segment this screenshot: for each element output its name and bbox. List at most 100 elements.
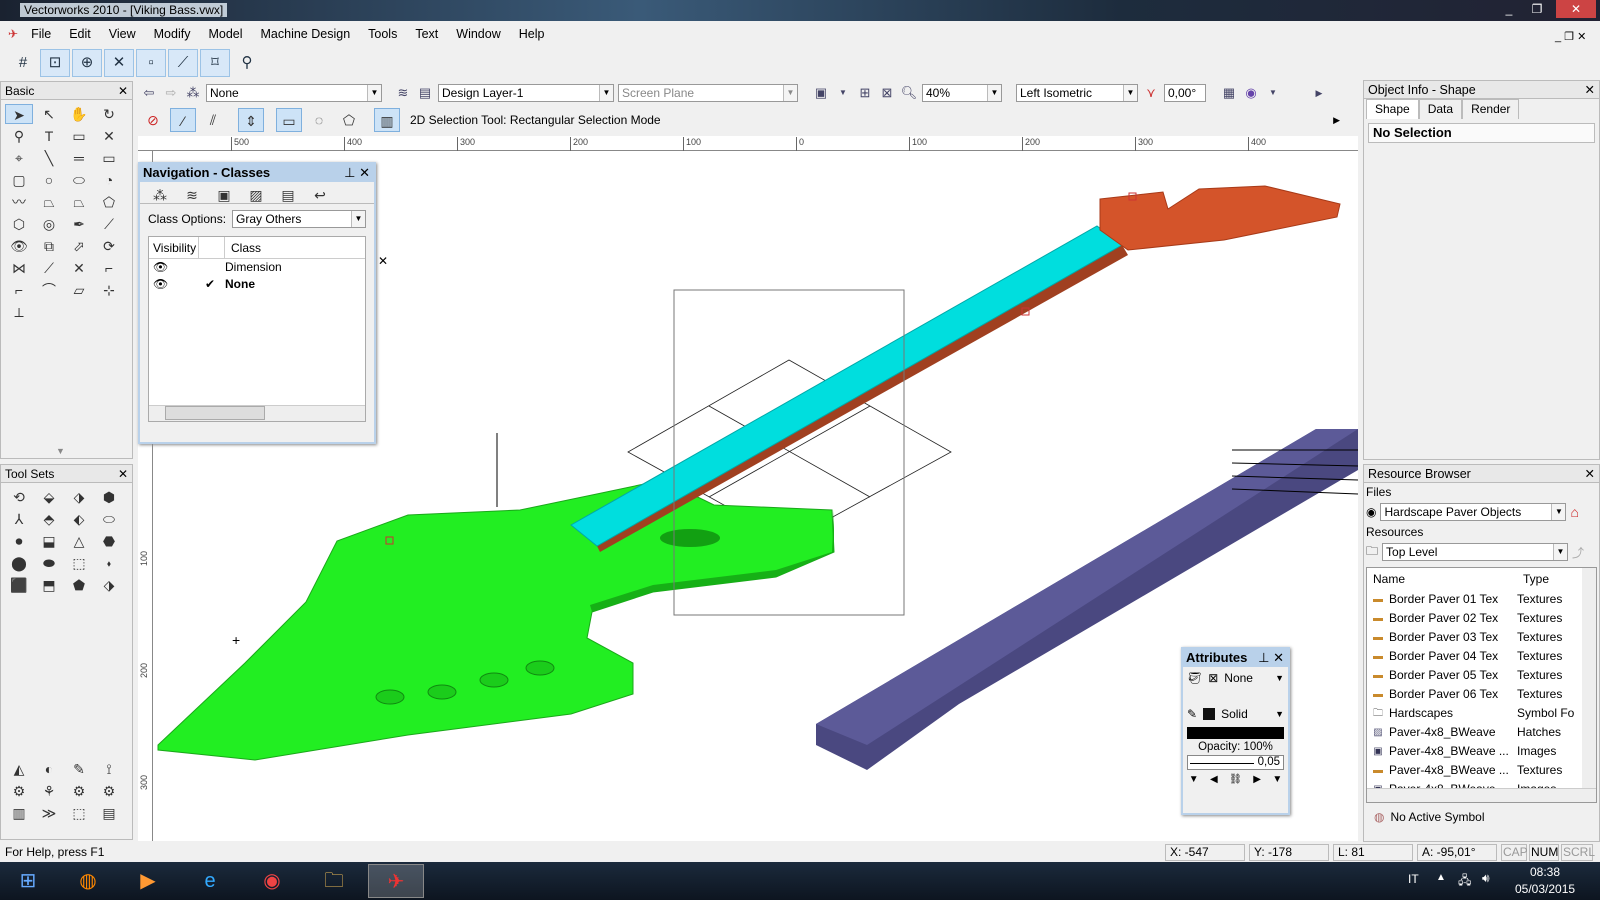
push-pull-tool-icon[interactable]: ⬘ — [35, 509, 63, 529]
resize-mode-icon[interactable]: ⇕ — [238, 108, 264, 132]
language-indicator[interactable]: IT — [1408, 872, 1419, 886]
detailing-tool-icon[interactable]: ▥ — [5, 803, 33, 823]
resource-item[interactable]: ▬ Border Paver 04 Tex Textures — [1367, 647, 1596, 666]
menu-text[interactable]: Text — [406, 27, 447, 41]
dropdown-icon[interactable]: ▼ — [1264, 84, 1282, 102]
chamfer-edge-tool-icon[interactable]: ⬚ — [65, 553, 93, 573]
firefox-icon[interactable]: ◍ — [60, 864, 116, 898]
snap-object-icon[interactable]: ⊡ — [40, 49, 70, 77]
close-icon[interactable]: ✕ — [359, 165, 370, 180]
pan-select-tool-icon[interactable]: ↖ — [35, 104, 63, 124]
rectangle-tool-icon[interactable]: ▭ — [95, 148, 123, 168]
connect-tool-icon[interactable]: ⌐ — [5, 280, 33, 300]
menu-modify[interactable]: Modify — [145, 27, 200, 41]
resource-item[interactable]: 🗀︎ Hardscapes Symbol Fo — [1367, 704, 1596, 723]
multi-select-mode-icon[interactable]: ⫽ — [200, 108, 226, 132]
fillet-edge-tool-icon[interactable]: ⬬ — [35, 553, 63, 573]
pyramid-tool-icon[interactable]: △ — [65, 531, 93, 551]
snap-distance-icon[interactable]: ▫ — [136, 49, 166, 77]
dropdown-icon[interactable]: ▼ — [834, 84, 852, 102]
tab-layers-icon[interactable]: ≋ — [178, 185, 206, 205]
spiral-tool-icon[interactable]: ◎ — [35, 214, 63, 234]
3d-modeling-tool-icon[interactable]: ⟲ — [5, 487, 33, 507]
restore-button[interactable]: ❐ — [1524, 0, 1550, 18]
building-shell-tool-icon[interactable]: ⚙ — [5, 781, 33, 801]
menu-help[interactable]: Help — [510, 27, 554, 41]
zoom-objects-icon[interactable]: ⊠ — [878, 84, 896, 102]
home-icon[interactable]: ⌂ — [1570, 504, 1578, 520]
attribute-mapping-tool-icon[interactable]: ⟋ — [95, 214, 123, 234]
menu-view[interactable]: View — [100, 27, 145, 41]
working-plane-select[interactable]: Screen Plane ▼ — [618, 84, 798, 102]
zoom-icon[interactable]: 🔍︎ — [900, 84, 918, 102]
mdi-controls[interactable]: _ ❐ ✕ — [1555, 30, 1586, 43]
resource-item[interactable]: ▨ Paver-4x8_BWeave Hatches — [1367, 723, 1596, 742]
menu-window[interactable]: Window — [447, 27, 509, 41]
freehand-tool-icon[interactable]: 〰 — [5, 192, 33, 212]
horizontal-scrollbar[interactable] — [149, 405, 365, 421]
hemisphere-tool-icon[interactable]: ⏺ — [5, 531, 33, 551]
start-button[interactable]: ⊞ — [0, 864, 56, 898]
start-marker-icon[interactable]: ▼ — [1189, 774, 1199, 785]
polygon-tool-icon[interactable]: ⏢ — [35, 192, 63, 212]
tab-saved-views-icon[interactable]: ▤ — [274, 185, 302, 205]
back-icon[interactable]: ⇦ — [140, 84, 158, 102]
dims-notes-tool-icon[interactable]: ✎ — [65, 759, 93, 779]
machine-components-tool-icon[interactable]: ⚙ — [65, 781, 93, 801]
line-tool-icon[interactable]: ╲ — [35, 148, 63, 168]
tab-references-icon[interactable]: ↩ — [306, 185, 334, 205]
trim-tool-icon[interactable]: ✕ — [65, 258, 93, 278]
standard-view-select[interactable]: Left Isometric ▼ — [1016, 84, 1138, 102]
eye-icon[interactable]: 👁︎ — [149, 276, 205, 293]
file-select[interactable]: Hardscape Paver Objects ▼ — [1380, 503, 1567, 521]
snap-intersection-icon[interactable]: ✕ — [104, 49, 134, 77]
text-tool-icon[interactable]: T — [35, 126, 63, 146]
arrow-left-icon[interactable]: ◀ — [1210, 774, 1218, 785]
rotate-tool-icon[interactable]: ⟳ — [95, 236, 123, 256]
menu-edit[interactable]: Edit — [60, 27, 100, 41]
chrome-icon[interactable]: ◉ — [244, 864, 300, 898]
eye-icon[interactable]: 👁︎ — [149, 259, 225, 276]
folder-select[interactable]: Top Level ▼ — [1382, 543, 1569, 561]
drilling-tool-icon[interactable]: ⬒ — [35, 575, 63, 595]
menu-file[interactable]: File — [22, 27, 60, 41]
column-visibility[interactable]: Visibility — [149, 237, 199, 258]
chamfer-tool-icon[interactable]: ⌒ — [35, 280, 63, 300]
tab-data[interactable]: Data — [1418, 99, 1463, 119]
furniture-tool-icon[interactable]: ▤ — [95, 803, 123, 823]
opacity[interactable]: Opacity: 100% — [1183, 741, 1288, 753]
3d-locus-tool-icon[interactable]: ⬢ — [95, 487, 123, 507]
fill-row[interactable]: 🪣︎ ⊠ None ▼ — [1183, 667, 1288, 689]
tab-shape[interactable]: Shape — [1366, 99, 1419, 119]
clock-date[interactable]: 05/03/2015 — [1515, 882, 1575, 896]
close-icon[interactable]: ✕ — [1273, 650, 1284, 665]
protrusion-tool-icon[interactable]: ⬣ — [95, 531, 123, 551]
resource-item[interactable]: ▬ Border Paver 01 Tex Textures — [1367, 590, 1596, 609]
lasso-mode-icon[interactable]: ◌ — [306, 108, 332, 132]
tab-sheet-layers-icon[interactable]: ▣ — [210, 185, 238, 205]
pin-icon[interactable]: ⊥ — [1258, 650, 1269, 665]
split-tool-icon[interactable]: ⟋ — [35, 258, 63, 278]
internet-explorer-icon[interactable]: e — [182, 864, 238, 898]
lights-tool-icon[interactable]: ◐ — [35, 759, 63, 779]
layer-options-icon[interactable]: ▤ — [416, 84, 434, 102]
column-name[interactable]: Name — [1373, 568, 1523, 590]
3d-power-pack-tool-icon[interactable]: ⅄ — [5, 509, 33, 529]
render-mode-icon[interactable]: ▣ — [812, 84, 830, 102]
link-icon[interactable]: ⛓ — [1229, 774, 1242, 785]
close-icon[interactable]: ✕ — [118, 82, 128, 100]
tab-classes-icon[interactable]: ⁂ — [146, 185, 174, 205]
cone-tool-icon[interactable]: ⬓ — [35, 531, 63, 551]
site-planning-tool-icon[interactable]: ⚘ — [35, 781, 63, 801]
class-row[interactable]: 👁︎ Dimension — [149, 259, 365, 276]
tab-render[interactable]: Render — [1462, 99, 1520, 119]
resource-item[interactable]: ▬ Border Paver 06 Tex Textures — [1367, 685, 1596, 704]
twist-tool-icon[interactable]: ⬗ — [95, 575, 123, 595]
view-angle-field[interactable]: 0,00° — [1164, 84, 1206, 102]
taper-tool-icon[interactable]: ⬟ — [65, 575, 93, 595]
2d-locus-tool-icon[interactable]: ⌖ — [5, 148, 33, 168]
smart-edge-icon[interactable]: ⟋ — [168, 49, 198, 77]
sweep-tool-icon[interactable]: ⬙ — [35, 487, 63, 507]
shell-tool-icon[interactable]: ⬤ — [5, 553, 33, 573]
vectorworks-taskbar-icon[interactable]: ✈ — [368, 864, 424, 898]
